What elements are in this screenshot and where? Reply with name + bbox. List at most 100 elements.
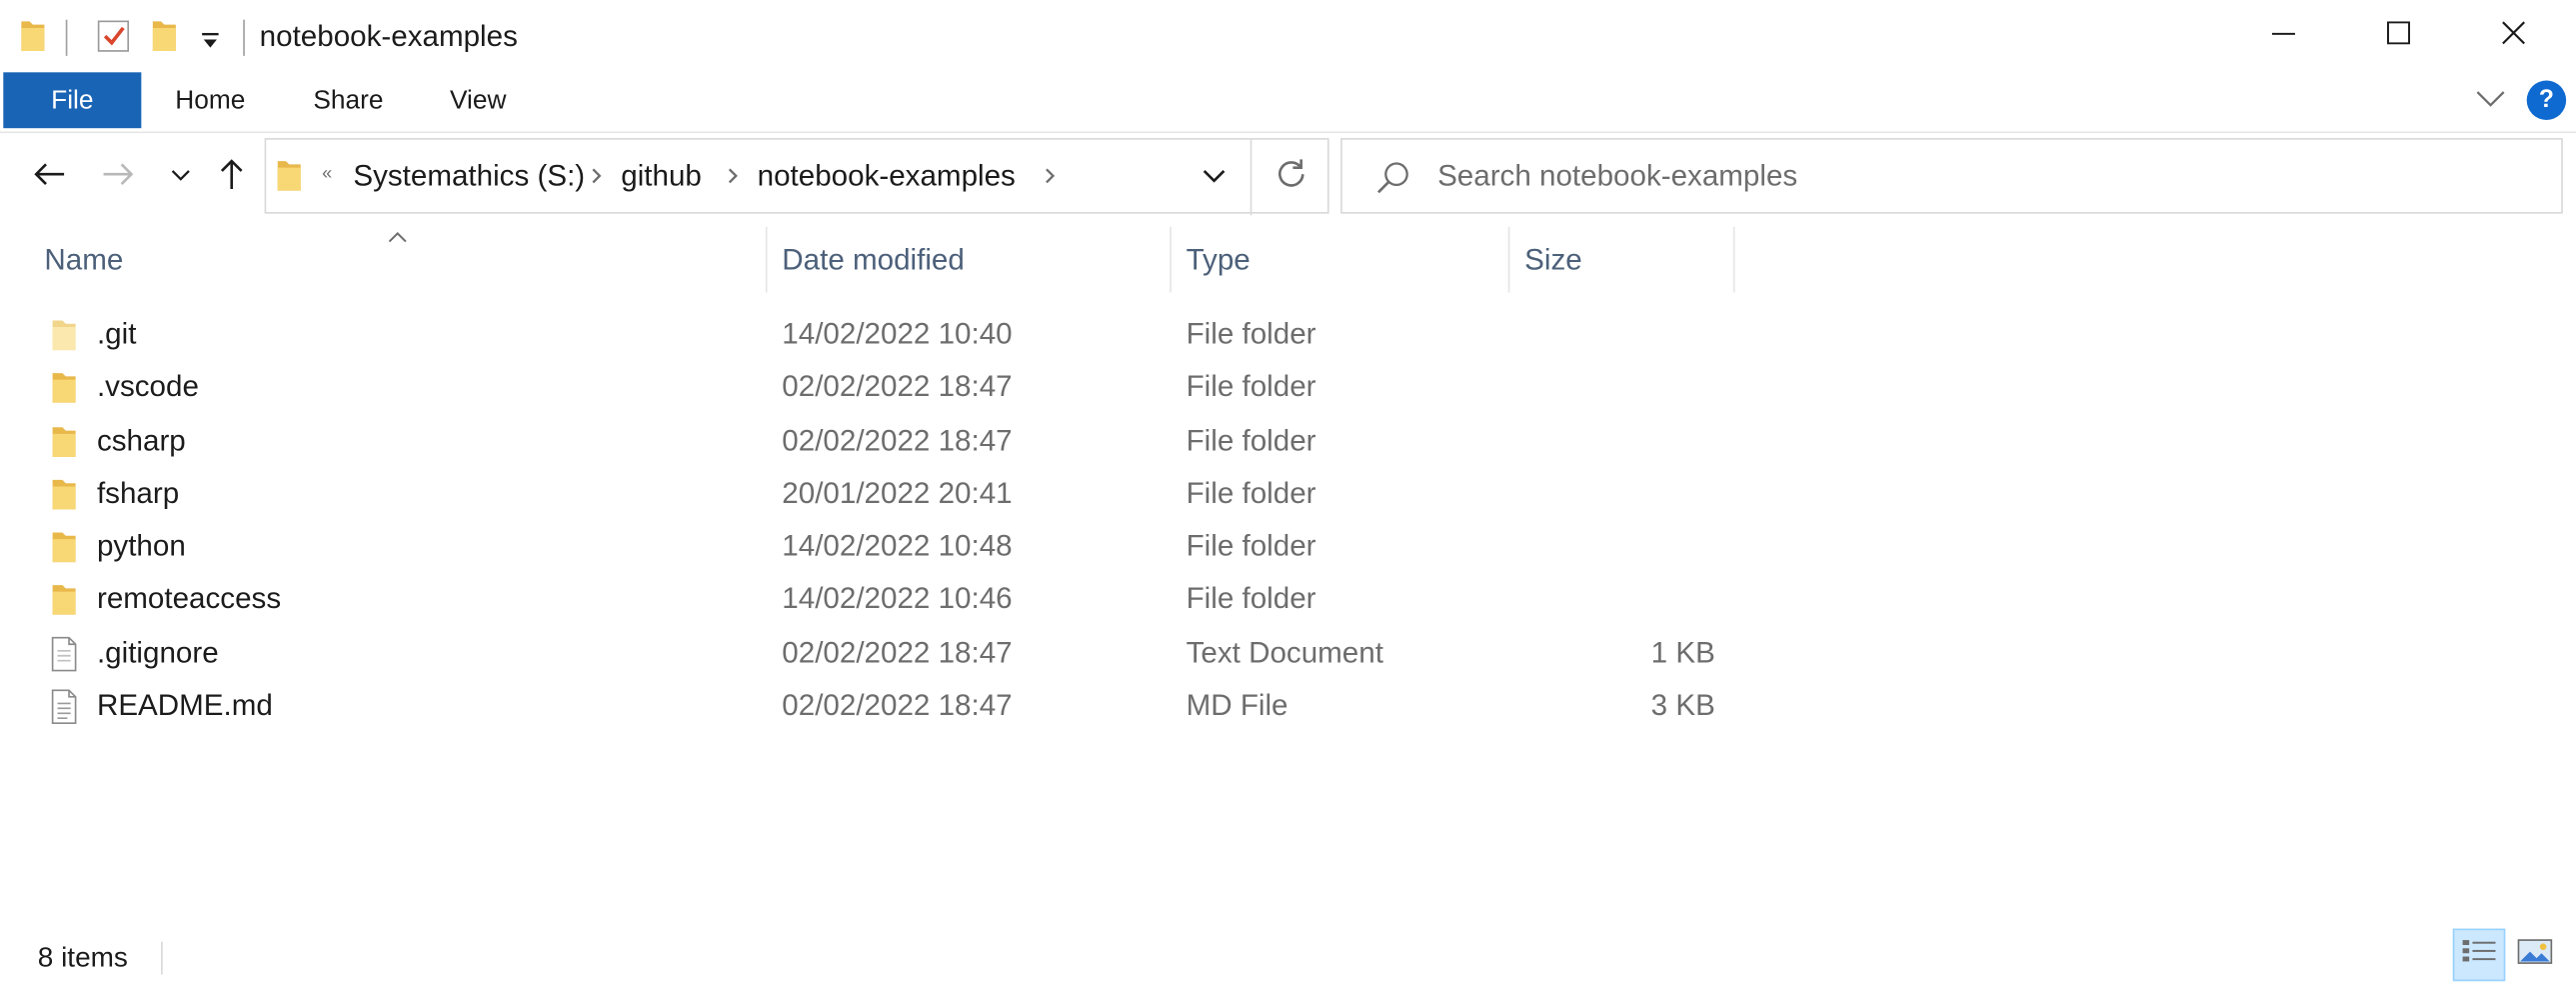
refresh-button[interactable] [1250,139,1331,216]
up-arrow-icon [219,157,245,198]
window-title: notebook-examples [259,19,518,53]
folder-icon [20,18,46,62]
file-name: csharp [96,423,186,457]
file-row[interactable]: python 14/02/2022 10:48 File folder [0,521,2576,574]
file-type: MD File [1186,688,1288,722]
properties-icon[interactable] [95,18,131,62]
column-divider[interactable] [765,226,768,293]
forward-arrow-icon [102,160,135,195]
tab-file[interactable]: File [3,72,142,129]
file-type: File folder [1186,423,1316,457]
ribbon: File Home Share View ? [0,72,2576,134]
breadcrumb-github[interactable]: github [621,159,702,194]
minimize-button[interactable] [2226,0,2341,72]
file-row[interactable]: fsharp 20/01/2022 20:41 File folder [0,468,2576,521]
search-box[interactable] [1340,138,2563,214]
status-divider [161,941,163,975]
column-header-type[interactable]: Type [1187,227,1505,293]
file-row[interactable]: .gitignore 02/02/2022 18:47 Text Documen… [0,627,2576,680]
status-bar: 8 items [0,928,2576,986]
file-type: File folder [1186,317,1316,351]
file-date: 02/02/2022 18:47 [782,688,1013,722]
refresh-icon [1275,157,1307,198]
chevron-right-icon[interactable] [588,163,604,198]
file-row[interactable]: remoteaccess 14/02/2022 10:46 File folde… [0,574,2576,627]
customize-quick-access-icon[interactable] [201,28,221,58]
folder-icon [49,370,79,414]
up-button[interactable] [209,154,255,200]
file-date: 14/02/2022 10:40 [782,317,1013,351]
address-bar[interactable]: « Systemathics (S:) github notebook-exam… [264,138,1331,216]
expand-ribbon-icon[interactable] [2474,87,2507,118]
file-row[interactable]: csharp 02/02/2022 18:47 File folder [0,415,2576,468]
column-header-size[interactable]: Size [1524,227,1728,293]
file-type: File folder [1186,370,1316,404]
folder-icon [49,476,79,520]
tab-view[interactable]: View [431,72,526,128]
breadcrumb-notebook-examples[interactable]: notebook-examples [758,159,1016,194]
title-divider [243,19,245,56]
file-date: 14/02/2022 10:46 [782,582,1013,616]
file-date: 02/02/2022 18:47 [782,370,1013,404]
file-date: 02/02/2022 18:47 [782,423,1013,457]
file-date: 02/02/2022 18:47 [782,635,1013,669]
large-icons-view-icon [2517,936,2553,974]
back-arrow-icon [33,160,66,195]
overflow-chevron-icon[interactable]: « [322,164,332,184]
column-divider[interactable] [1507,226,1510,293]
column-divider[interactable] [1732,226,1735,293]
address-history-dropdown[interactable] [1183,140,1245,216]
column-header-name[interactable]: Name [44,227,764,293]
file-size: 1 KB [1650,635,1715,669]
search-icon [1375,159,1411,203]
file-name: remoteaccess [96,582,282,616]
folder-icon [49,317,79,361]
item-count: 8 items [37,941,128,973]
details-view-icon [2461,936,2497,974]
folder-icon [49,423,79,467]
back-button[interactable] [26,154,72,200]
navigation-bar: « Systemathics (S:) github notebook-exam… [0,138,2576,220]
file-row[interactable]: .vscode 02/02/2022 18:47 File folder [0,362,2576,415]
file-name: .vscode [96,370,199,404]
tab-home[interactable]: Home [158,72,263,128]
file-type: File folder [1186,582,1316,616]
file-date: 14/02/2022 10:48 [782,529,1013,563]
chevron-right-icon[interactable] [725,163,741,198]
file-type: File folder [1186,476,1316,510]
minimize-icon [2271,21,2295,52]
file-size: 3 KB [1650,688,1715,722]
large-icons-view-button[interactable] [2514,935,2557,974]
file-name: .gitignore [96,635,219,669]
column-headers: Name Date modified Type Size [0,226,2576,293]
file-row[interactable]: .git 14/02/2022 10:40 File folder [0,309,2576,362]
help-button[interactable]: ? [2526,80,2567,120]
file-name: python [96,529,186,563]
quick-access-divider [65,19,68,56]
maximize-button[interactable] [2341,0,2456,72]
search-input[interactable] [1437,139,2522,213]
chevron-right-icon[interactable] [1042,163,1058,198]
file-type: Text Document [1186,635,1383,669]
column-header-date[interactable]: Date modified [782,227,1167,293]
title-bar: notebook-examples [0,0,2576,73]
new-folder-icon[interactable] [151,18,177,62]
text-file-icon [49,636,79,680]
forward-button[interactable] [95,154,141,200]
file-date: 20/01/2022 20:41 [782,476,1013,510]
folder-icon [49,530,79,574]
column-divider[interactable] [1170,226,1172,293]
close-icon [2502,20,2525,52]
close-button[interactable] [2456,0,2571,72]
file-name: README.md [96,688,273,722]
folder-icon [276,159,302,200]
details-view-button[interactable] [2452,928,2506,982]
recent-locations-button[interactable] [158,154,204,200]
tab-share[interactable]: Share [296,72,401,128]
folder-icon [49,583,79,627]
md-file-icon [49,689,79,733]
file-name: fsharp [96,476,180,510]
breadcrumb-drive[interactable]: Systemathics (S:) [353,159,585,194]
maximize-icon [2387,20,2411,52]
file-row[interactable]: README.md 02/02/2022 18:47 MD File 3 KB [0,681,2576,734]
